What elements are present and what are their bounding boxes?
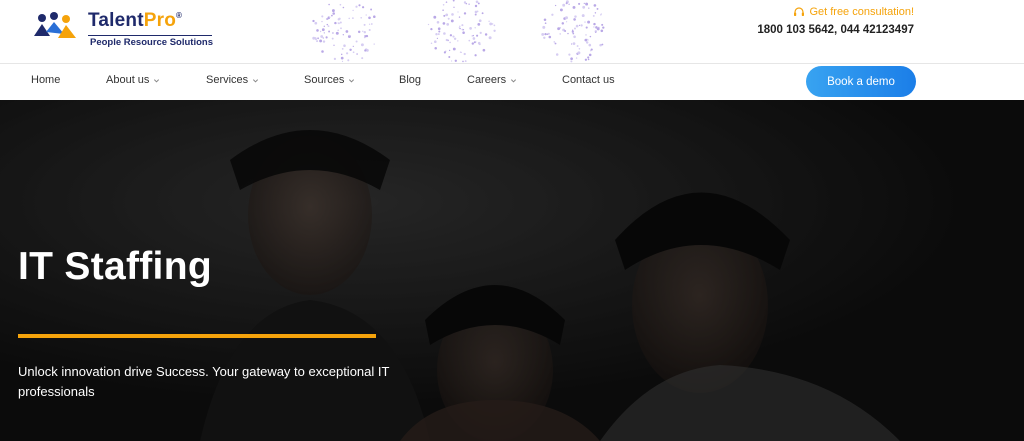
chevron-down-icon (253, 78, 259, 82)
chevron-down-icon (154, 78, 160, 82)
logo-name-talent: Talent (88, 10, 144, 31)
nav-item-blog[interactable]: Blog (399, 74, 421, 86)
nav-item-sources[interactable]: Sources (304, 74, 355, 86)
chevron-down-icon (511, 78, 517, 82)
nav-item-contact-us[interactable]: Contact us (562, 74, 615, 86)
hero-subtitle: Unlock innovation drive Success. Your ga… (18, 364, 390, 399)
talentpro-logo[interactable]: TalentPro® People Resource Solutions (32, 10, 222, 50)
chevron-down-icon (349, 78, 355, 82)
nav-item-label: Home (31, 74, 61, 86)
nav-item-about-us[interactable]: About us (106, 74, 160, 86)
headset-icon (794, 7, 805, 16)
main-navigation: Home About us Services Sources Blog Care… (0, 63, 1024, 100)
hero-banner: IT Staffing Unlock innovation drive Succ… (0, 100, 1024, 441)
logo-name-pro: Pro (143, 10, 177, 31)
logo-divider (88, 35, 212, 36)
nav-item-label: Blog (399, 74, 422, 86)
free-consultation-link[interactable]: Get free consultation! (793, 6, 914, 18)
logo-wordmark: TalentPro® (88, 10, 182, 32)
nav-item-careers[interactable]: Careers (467, 74, 517, 86)
nav-item-services[interactable]: Services (206, 74, 259, 86)
hero-accent-bar (18, 334, 376, 338)
nav-item-label: Sources (304, 74, 345, 86)
phone-numbers[interactable]: 1800 103 5642, 044 42123497 (757, 24, 914, 36)
nav-item-label: Contact us (562, 74, 615, 86)
registered-mark: ® (176, 11, 183, 20)
people-logo-icon (34, 12, 76, 38)
consultation-text: Get free consultation! (809, 6, 914, 18)
nav-item-label: Services (206, 74, 249, 86)
decorative-dot-pattern (312, 0, 605, 63)
hero-title: IT Staffing (18, 245, 212, 288)
nav-item-label: About us (106, 74, 150, 86)
nav-item-label: Careers (467, 74, 507, 86)
book-a-demo-button[interactable]: Book a demo (806, 66, 916, 97)
logo-tagline: People Resource Solutions (90, 37, 213, 48)
site-header: TalentPro® People Resource Solutions Get… (0, 0, 1024, 63)
nav-item-home[interactable]: Home (31, 74, 60, 86)
